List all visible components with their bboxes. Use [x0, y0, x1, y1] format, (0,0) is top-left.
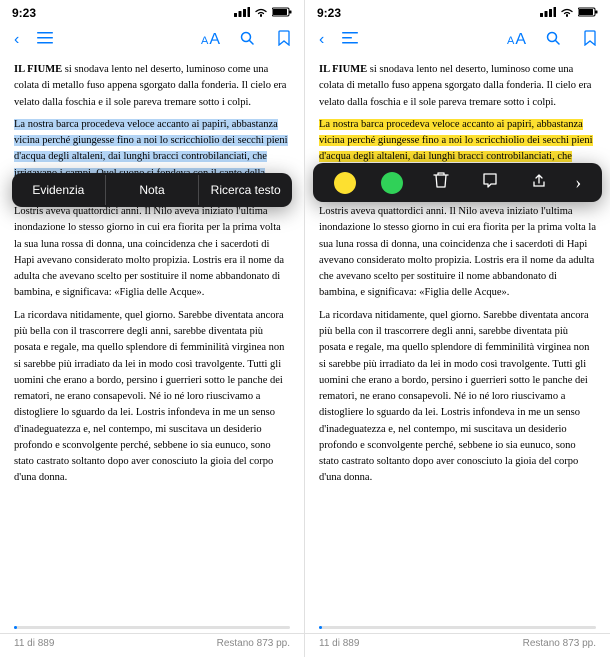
status-icons-right — [540, 7, 598, 20]
progress-bar-right — [319, 626, 596, 629]
page-number-left: 11 di 889 — [14, 638, 54, 649]
progress-fill-left — [14, 626, 17, 629]
para-4-left: La ricordava nitidamente, quel giorno. S… — [14, 308, 290, 487]
left-screen: 9:23 — [0, 0, 305, 657]
battery-icon-right — [578, 7, 598, 20]
annotation-chevron[interactable]: › — [575, 172, 581, 193]
book-text-left: IL FIUME si snodava lento nel deserto, l… — [14, 62, 290, 487]
para-3-left: Lostris aveva quattordici anni. Il Nilo … — [14, 204, 290, 302]
delete-annotation-button[interactable] — [429, 169, 453, 196]
search-button-right[interactable] — [542, 27, 564, 54]
progress-bar-left — [14, 626, 290, 629]
small-a-right: A — [507, 35, 514, 47]
small-a-left: A — [201, 35, 208, 47]
right-screen: 9:23 — [305, 0, 610, 657]
back-button-left[interactable]: ‹ — [10, 27, 23, 53]
time-right: 9:23 — [317, 6, 341, 20]
big-a-left: A — [209, 31, 220, 49]
wifi-icon-right — [560, 7, 574, 20]
share-button[interactable] — [528, 170, 550, 195]
remaining-left: Restano 873 pp. — [217, 638, 290, 649]
para-1-left: IL FIUME si snodava lento nel deserto, l… — [14, 62, 290, 111]
context-menu-note[interactable]: Nota — [106, 173, 199, 207]
progress-fill-right — [319, 626, 322, 629]
font-size-button-left[interactable]: AA — [201, 31, 220, 49]
color-green-button[interactable] — [381, 172, 403, 194]
back-button-right[interactable]: ‹ — [315, 27, 328, 53]
wifi-icon — [254, 7, 268, 20]
battery-icon — [272, 7, 292, 20]
font-size-button-right[interactable]: AA — [507, 31, 526, 49]
menu-button-right[interactable] — [338, 27, 362, 53]
status-bar-right: 9:23 — [305, 0, 610, 22]
bookmark-button-left[interactable] — [274, 26, 294, 55]
menu-button-left[interactable] — [33, 27, 57, 53]
content-area-right: › IL FIUME si snodava lento nel deserto,… — [305, 58, 610, 633]
nav-center-right: AA — [507, 26, 600, 55]
status-icons-left — [234, 7, 292, 20]
search-button-left[interactable] — [236, 27, 258, 53]
status-bar-left: 9:23 — [0, 0, 304, 22]
context-menu-search[interactable]: Ricerca testo — [199, 173, 292, 207]
footer-right: 11 di 889 Restano 873 pp. — [305, 633, 610, 657]
color-yellow-button[interactable] — [334, 172, 356, 194]
bookmark-button-right[interactable] — [580, 26, 600, 55]
nav-bar-left: ‹ AA — [0, 22, 304, 58]
context-menu-highlight[interactable]: Evidenzia — [12, 173, 105, 207]
para-4-right: La ricordava nitidamente, quel giorno. S… — [319, 308, 596, 487]
context-menu[interactable]: Evidenzia Nota Ricerca testo — [12, 173, 292, 207]
nav-center-left: AA — [201, 26, 294, 55]
add-note-button[interactable] — [478, 170, 502, 195]
signal-icon-right — [540, 7, 556, 20]
content-area-left: Evidenzia Nota Ricerca testo IL FIUME si… — [0, 58, 304, 633]
para-1-right: IL FIUME si snodava lento nel deserto, l… — [319, 62, 596, 111]
nav-bar-right: ‹ AA — [305, 22, 610, 58]
big-a-right: A — [515, 31, 526, 49]
signal-icon — [234, 7, 250, 20]
remaining-right: Restano 873 pp. — [523, 638, 596, 649]
footer-left: 11 di 889 Restano 873 pp. — [0, 633, 304, 657]
annotation-bar[interactable]: › — [313, 163, 602, 202]
time-left: 9:23 — [12, 6, 36, 20]
page-number-right: 11 di 889 — [319, 638, 359, 649]
para-3-right: Lostris aveva quattordici anni. Il Nilo … — [319, 204, 596, 302]
book-text-right: IL FIUME si snodava lento nel deserto, l… — [319, 62, 596, 487]
